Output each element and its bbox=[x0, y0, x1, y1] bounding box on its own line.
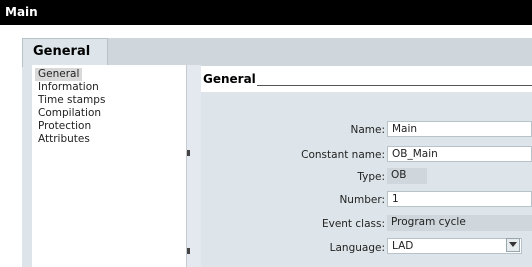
sidebar-nav: General Information Time stamps Compilat… bbox=[32, 65, 187, 267]
language-value: LAD bbox=[392, 240, 414, 252]
name-value: Main bbox=[392, 123, 418, 135]
section-title: General bbox=[203, 72, 256, 86]
sidebar-item-compilation[interactable]: Compilation bbox=[38, 107, 101, 120]
language-select[interactable]: LAD bbox=[387, 238, 522, 254]
sidebar-item-attributes[interactable]: Attributes bbox=[38, 133, 90, 146]
name-label: Name: bbox=[350, 124, 385, 136]
name-field[interactable]: Main bbox=[387, 121, 532, 137]
constant-name-label: Constant name: bbox=[301, 149, 385, 161]
section-divider bbox=[257, 85, 532, 86]
constant-name-field[interactable]: OB_Main bbox=[387, 146, 532, 162]
sidebar-item-time-stamps[interactable]: Time stamps bbox=[38, 94, 105, 107]
splitter-handle-icon bbox=[187, 248, 190, 254]
constant-name-value: OB_Main bbox=[392, 148, 438, 160]
sidebar-item-general[interactable]: General bbox=[35, 68, 83, 81]
number-label: Number: bbox=[339, 194, 385, 206]
number-value: 1 bbox=[392, 193, 399, 205]
type-value: OB bbox=[387, 168, 427, 184]
title-bar: Main bbox=[0, 0, 532, 25]
number-field[interactable]: 1 bbox=[387, 191, 532, 207]
splitter-handle-icon bbox=[187, 150, 190, 156]
tab-general-label: General bbox=[33, 44, 91, 59]
sidebar-item-information[interactable]: Information bbox=[38, 81, 99, 94]
event-class-label: Event class: bbox=[321, 218, 385, 230]
tab-general[interactable]: General bbox=[22, 38, 108, 67]
sidebar-item-protection[interactable]: Protection bbox=[38, 120, 91, 133]
window-title: Main bbox=[5, 5, 38, 19]
chevron-down-icon[interactable] bbox=[506, 238, 520, 252]
event-class-value: Program cycle bbox=[387, 215, 532, 231]
panel-splitter[interactable] bbox=[187, 65, 201, 267]
properties-window: Main General General Information Time st… bbox=[0, 0, 532, 267]
language-label: Language: bbox=[329, 242, 385, 254]
type-label: Type: bbox=[357, 171, 385, 183]
